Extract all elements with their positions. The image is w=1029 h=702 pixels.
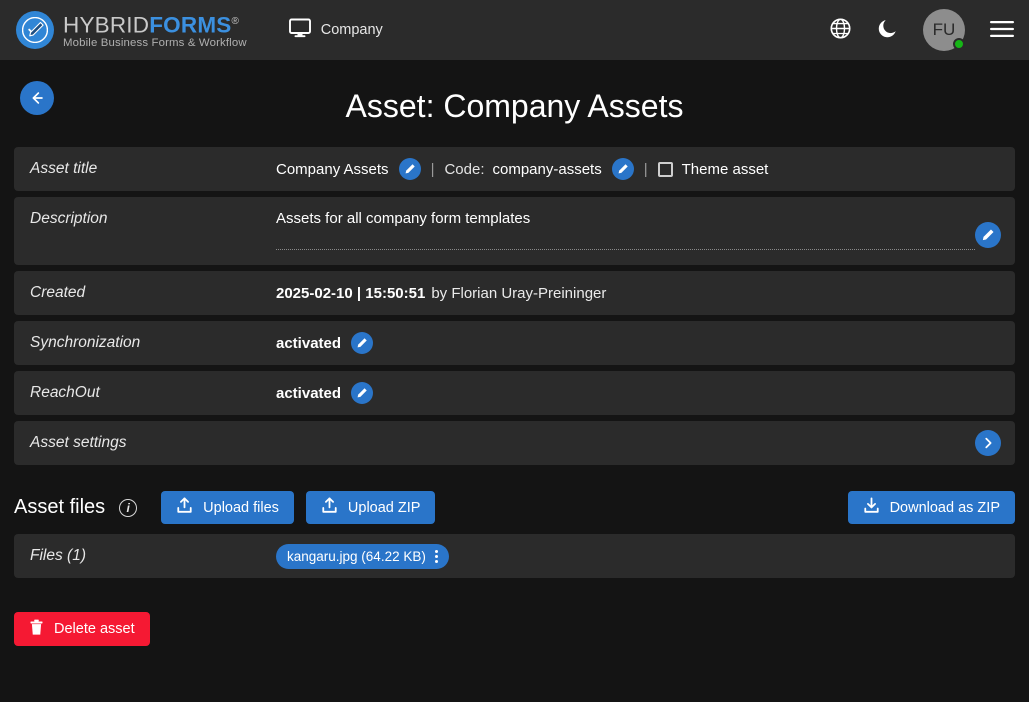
edit-description-button[interactable] bbox=[975, 222, 1001, 248]
page-title: Asset: Company Assets bbox=[345, 88, 684, 124]
synchronization-value: activated bbox=[276, 334, 342, 352]
delete-asset-label: Delete asset bbox=[54, 621, 135, 637]
description-underline bbox=[276, 249, 975, 250]
edit-asset-title-button[interactable] bbox=[398, 158, 421, 180]
asset-title-value: Company Assets bbox=[276, 160, 389, 178]
asset-settings-label: Asset settings bbox=[30, 434, 127, 451]
asset-title-label: Asset title bbox=[30, 160, 98, 177]
moon-icon bbox=[876, 17, 899, 43]
created-by: by Florian Uray-Preininger bbox=[431, 284, 607, 302]
company-context-button[interactable]: Company bbox=[288, 18, 383, 42]
hamburger-menu-icon bbox=[989, 19, 1015, 42]
hybridforms-logo-icon bbox=[16, 11, 54, 49]
logo-title-bold: FORMS bbox=[149, 12, 232, 38]
theme-asset-label: Theme asset bbox=[681, 160, 769, 178]
row-created: Created 2025-02-10 | 15:50:51 by Florian… bbox=[14, 271, 1015, 315]
synchronization-value-group: activated bbox=[276, 332, 1001, 354]
logo-registered-mark: ® bbox=[231, 15, 240, 27]
synchronization-label: Synchronization bbox=[30, 334, 141, 351]
page-title-area: Asset: Company Assets bbox=[14, 60, 1015, 147]
reachout-value: activated bbox=[276, 384, 342, 402]
trash-icon bbox=[29, 619, 44, 640]
logo-wordmark: HYBRIDFORMS® Mobile Business Forms & Wor… bbox=[63, 10, 247, 51]
file-chip-label: kangaru.jpg (64.22 KB) bbox=[287, 548, 426, 564]
row-asset-title: Asset title Company Assets | Code: compa… bbox=[14, 147, 1015, 191]
edit-reachout-button[interactable] bbox=[351, 382, 374, 404]
company-context-label: Company bbox=[320, 22, 383, 38]
edit-synchronization-button[interactable] bbox=[351, 332, 374, 354]
logo-tagline: Mobile Business Forms & Workflow bbox=[63, 37, 247, 50]
created-datetime: 2025-02-10 | 15:50:51 bbox=[276, 284, 426, 302]
theme-asset-checkbox[interactable]: Theme asset bbox=[657, 160, 769, 178]
asset-code-label: Code: bbox=[444, 160, 485, 178]
monitor-icon bbox=[288, 18, 311, 42]
upload-icon bbox=[321, 497, 338, 518]
row-asset-settings[interactable]: Asset settings bbox=[14, 421, 1015, 465]
asset-code-value: company-assets bbox=[492, 160, 602, 178]
upload-zip-label: Upload ZIP bbox=[347, 499, 421, 516]
reachout-value-group: activated bbox=[276, 382, 1001, 404]
upload-icon bbox=[176, 497, 193, 518]
logo-title-light: HYBRID bbox=[63, 12, 150, 38]
top-navigation-bar: HYBRIDFORMS® Mobile Business Forms & Wor… bbox=[0, 0, 1029, 60]
info-icon[interactable]: i bbox=[119, 498, 138, 517]
asset-files-title: Asset files bbox=[14, 496, 106, 518]
download-zip-button[interactable]: Download as ZIP bbox=[847, 491, 1015, 524]
user-avatar[interactable]: FU bbox=[923, 9, 965, 51]
app-logo[interactable]: HYBRIDFORMS® Mobile Business Forms & Wor… bbox=[16, 10, 247, 51]
file-chip[interactable]: kangaru.jpg (64.22 KB) bbox=[276, 543, 449, 569]
page-content: Asset: Company Assets Asset title Compan… bbox=[0, 60, 1029, 646]
edit-asset-code-button[interactable] bbox=[611, 158, 634, 180]
row-files: Files (1) kangaru.jpg (64.22 KB) bbox=[14, 534, 1015, 578]
globe-icon bbox=[829, 17, 852, 43]
asset-title-value-group: Company Assets | Code: company-assets | … bbox=[276, 158, 1001, 180]
description-body: Assets for all company form templates bbox=[276, 210, 975, 252]
checkbox-box-icon bbox=[657, 161, 673, 177]
description-edit-area bbox=[975, 210, 1001, 252]
asset-files-header: Asset files i Upload files Upload ZIP Do… bbox=[14, 491, 1015, 524]
avatar-initials: FU bbox=[932, 20, 956, 39]
main-menu-button[interactable] bbox=[989, 19, 1015, 42]
row-description: Description Assets for all company form … bbox=[14, 197, 1015, 265]
delete-asset-button[interactable]: Delete asset bbox=[14, 612, 150, 646]
status-online-indicator bbox=[953, 38, 965, 50]
files-list: kangaru.jpg (64.22 KB) bbox=[276, 543, 1001, 569]
row-reachout: ReachOut activated bbox=[14, 371, 1015, 415]
upload-zip-button[interactable]: Upload ZIP bbox=[305, 491, 436, 524]
language-button[interactable] bbox=[829, 17, 852, 43]
download-icon bbox=[863, 497, 880, 518]
description-label: Description bbox=[30, 210, 108, 227]
upload-files-button[interactable]: Upload files bbox=[161, 491, 294, 524]
back-button[interactable] bbox=[20, 81, 54, 115]
open-asset-settings-button[interactable] bbox=[975, 430, 1001, 456]
title-code-separator: | bbox=[430, 160, 435, 178]
file-options-menu-icon[interactable] bbox=[434, 549, 438, 563]
reachout-label: ReachOut bbox=[30, 384, 100, 401]
download-zip-label: Download as ZIP bbox=[889, 499, 1000, 516]
top-bar-actions: FU bbox=[829, 9, 1015, 51]
dark-mode-toggle[interactable] bbox=[876, 17, 899, 43]
description-value: Assets for all company form templates bbox=[276, 210, 531, 227]
upload-files-label: Upload files bbox=[203, 499, 279, 516]
row-synchronization: Synchronization activated bbox=[14, 321, 1015, 365]
created-value-group: 2025-02-10 | 15:50:51 by Florian Uray-Pr… bbox=[276, 285, 1001, 302]
files-count-label: Files (1) bbox=[30, 547, 86, 564]
code-theme-separator: | bbox=[643, 160, 648, 178]
created-label: Created bbox=[30, 284, 86, 301]
